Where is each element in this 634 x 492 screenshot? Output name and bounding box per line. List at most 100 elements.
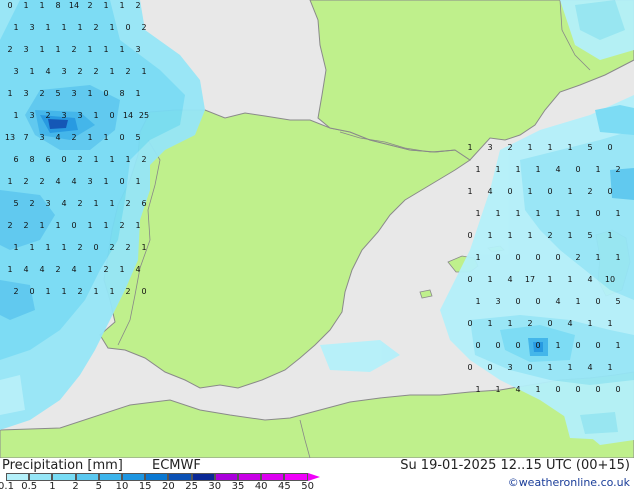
precip-value-label: 0 — [595, 385, 600, 394]
precip-value-label: 4 — [61, 199, 66, 208]
precip-value-label: 2 — [7, 221, 12, 230]
precip-value-label: 1 — [615, 253, 620, 262]
precip-value-label: 2 — [141, 23, 146, 32]
precip-value-label: 1 — [607, 231, 612, 240]
precip-value-label: 4 — [135, 265, 140, 274]
precip-value-label: 5 — [587, 143, 592, 152]
precip-value-label: 3 — [77, 111, 82, 120]
legend-tick-label: 25 — [185, 481, 198, 492]
model-name: ECMWF — [152, 458, 201, 473]
precip-value-label: 0 — [535, 253, 540, 262]
precip-value-label: 10 — [605, 275, 615, 284]
precip-value-label: 1 — [119, 1, 124, 10]
precip-value-label: 14 — [69, 1, 79, 10]
precip-value-label: 1 — [93, 199, 98, 208]
precip-value-label: 2 — [23, 177, 28, 186]
legend-swatch — [29, 473, 53, 481]
precip-value-label: 0 — [141, 287, 146, 296]
precip-value-label: 1 — [475, 385, 480, 394]
precip-value-label: 4 — [555, 165, 560, 174]
precip-value-label: 3 — [507, 363, 512, 372]
precip-value-label: 0 — [535, 297, 540, 306]
forecast-datetime: Su 19-01-2025 12..15 UTC (00+15) — [400, 458, 630, 473]
precip-value-label: 1 — [103, 221, 108, 230]
precip-value-label: 0 — [467, 363, 472, 372]
precip-value-label: 1 — [7, 177, 12, 186]
precip-value-label: 1 — [547, 363, 552, 372]
precip-value-label: 1 — [103, 133, 108, 142]
precip-value-label: 0 — [125, 23, 130, 32]
precip-value-label: 2 — [45, 111, 50, 120]
precip-value-label: 2 — [119, 221, 124, 230]
precip-value-label: 4 — [587, 275, 592, 284]
precip-value-label: 1 — [535, 209, 540, 218]
precip-value-label: 1 — [475, 297, 480, 306]
precip-value-label: 4 — [45, 67, 50, 76]
precip-value-label: 1 — [29, 67, 34, 76]
precip-value-label: 1 — [13, 23, 18, 32]
precip-value-label: 2 — [77, 155, 82, 164]
precip-value-label: 13 — [5, 133, 15, 142]
precip-value-label: 1 — [607, 363, 612, 372]
legend-tick-label: 0.1 — [0, 481, 14, 492]
legend-swatch — [284, 473, 308, 481]
legend-title: Precipitation [mm] — [2, 458, 123, 473]
precip-value-label: 3 — [39, 133, 44, 142]
precip-value-label: 3 — [13, 67, 18, 76]
precip-value-label: 0 — [71, 221, 76, 230]
precip-value-label: 1 — [515, 165, 520, 174]
precip-value-label: 1 — [607, 319, 612, 328]
precip-value-label: 1 — [575, 297, 580, 306]
legend-tick-label: 20 — [162, 481, 175, 492]
precip-value-label: 1 — [93, 155, 98, 164]
precip-value-label: 1 — [125, 155, 130, 164]
precip-value-label: 0 — [507, 187, 512, 196]
precip-value-label: 0 — [527, 363, 532, 372]
precip-value-label: 2 — [125, 199, 130, 208]
precip-value-label: 2 — [39, 177, 44, 186]
precip-value-label: 0 — [607, 143, 612, 152]
precip-value-label: 7 — [23, 133, 28, 142]
precip-value-label: 4 — [515, 385, 520, 394]
precip-value-label: 2 — [77, 287, 82, 296]
precip-value-label: 1 — [7, 265, 12, 274]
precip-value-label: 1 — [55, 221, 60, 230]
precip-value-label: 1 — [587, 319, 592, 328]
precip-value-label: 0 — [555, 385, 560, 394]
precip-value-label: 4 — [71, 265, 76, 274]
legend-swatch — [191, 473, 215, 481]
precip-value-label: 3 — [87, 177, 92, 186]
precip-value-label: 1 — [93, 111, 98, 120]
precip-value-label: 3 — [487, 143, 492, 152]
precip-value-label: 1 — [45, 23, 50, 32]
precip-value-label: 14 — [123, 111, 133, 120]
precip-value-label: 3 — [71, 89, 76, 98]
precip-value-label: 2 — [125, 67, 130, 76]
precip-value-label: 0 — [467, 231, 472, 240]
precip-value-label: 1 — [555, 209, 560, 218]
precip-value-label: 1 — [475, 253, 480, 262]
precip-value-label: 17 — [525, 275, 535, 284]
precip-value-label: 1 — [595, 253, 600, 262]
precip-value-label: 1 — [567, 187, 572, 196]
precip-value-label: 4 — [487, 187, 492, 196]
precip-value-label: 0 — [495, 341, 500, 350]
precip-value-label: 1 — [93, 287, 98, 296]
precip-value-label: 1 — [13, 111, 18, 120]
precip-value-label: 2 — [77, 243, 82, 252]
precip-value-label: 0 — [109, 111, 114, 120]
precip-value-label: 1 — [39, 45, 44, 54]
precip-value-label: 3 — [23, 89, 28, 98]
precip-value-label: 8 — [29, 155, 34, 164]
precip-value-label: 0 — [575, 165, 580, 174]
precip-value-label: 2 — [77, 67, 82, 76]
precip-value-label: 0 — [615, 385, 620, 394]
precip-value-label: 0 — [475, 341, 480, 350]
precip-value-label: 1 — [467, 187, 472, 196]
precip-value-label: 1 — [109, 23, 114, 32]
precip-value-label: 2 — [527, 319, 532, 328]
credit-link[interactable]: ©weatheronline.co.uk — [508, 476, 630, 489]
precip-value-label: 3 — [29, 111, 34, 120]
precip-value-label: 4 — [55, 177, 60, 186]
precip-value-label: 1 — [119, 45, 124, 54]
